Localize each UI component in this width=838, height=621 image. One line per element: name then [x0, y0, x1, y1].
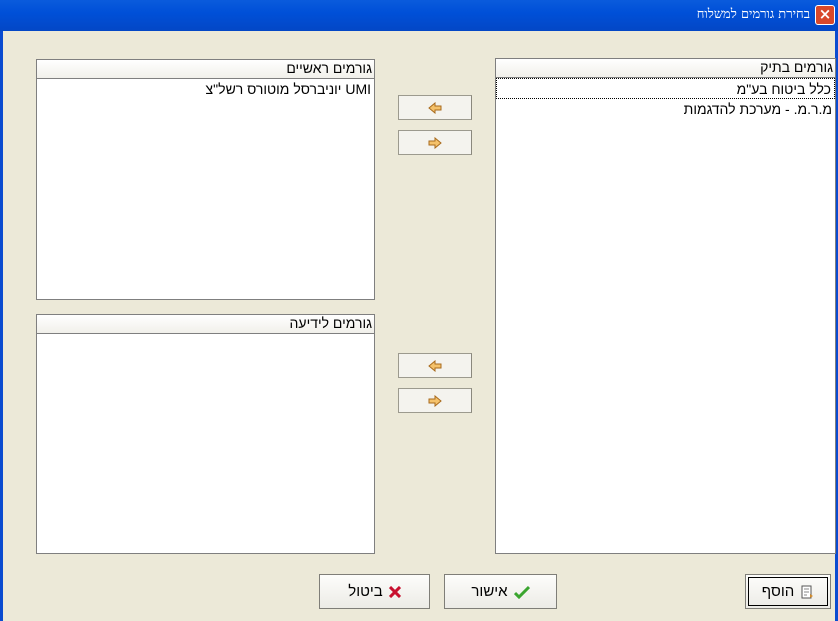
remove-from-primary-button[interactable]: [398, 130, 472, 155]
add-button[interactable]: הוסף: [745, 574, 831, 609]
in-file-header: גורמים בתיק: [496, 59, 835, 78]
move-to-primary-button[interactable]: [398, 95, 472, 120]
title-bar[interactable]: × בחירת גורמים למשלוח: [0, 0, 838, 31]
add-button-label: הוסף: [761, 583, 795, 600]
x-icon: [388, 585, 401, 598]
cancel-button-label: ביטול: [348, 583, 383, 600]
primary-header: גורמים ראשיים: [37, 60, 374, 79]
remove-from-info-button[interactable]: [398, 388, 472, 413]
confirm-button-label: אישור: [471, 583, 508, 600]
right-arrow-icon: [428, 394, 442, 407]
close-icon: ×: [818, 5, 832, 23]
add-doc-icon: [800, 585, 814, 599]
in-file-list[interactable]: גורמים בתיק כלל ביטוח בע"מ מ.ר.מ. - מערכ…: [495, 58, 836, 554]
primary-list[interactable]: גורמים ראשיים UMI יוניברסל מוטורס רשל"צ: [36, 59, 375, 300]
right-arrow-icon: [428, 136, 442, 149]
left-arrow-icon: [428, 101, 442, 114]
dialog-window: × בחירת גורמים למשלוח גורמים בתיק כלל בי…: [0, 0, 838, 621]
checkmark-icon: [513, 585, 530, 599]
list-item[interactable]: UMI יוניברסל מוטורס רשל"צ: [37, 79, 374, 100]
dialog-body: גורמים בתיק כלל ביטוח בע"מ מ.ר.מ. - מערכ…: [0, 31, 838, 621]
confirm-button[interactable]: אישור: [444, 574, 557, 609]
list-item[interactable]: מ.ר.מ. - מערכת להדגמות: [496, 99, 835, 120]
close-button[interactable]: ×: [815, 5, 835, 25]
left-arrow-icon: [428, 359, 442, 372]
cancel-button[interactable]: ביטול: [319, 574, 430, 609]
move-to-info-button[interactable]: [398, 353, 472, 378]
window-title: בחירת גורמים למשלוח: [696, 7, 810, 22]
info-header: גורמים לידיעה: [37, 315, 374, 334]
info-list[interactable]: גורמים לידיעה: [36, 314, 375, 554]
list-item[interactable]: כלל ביטוח בע"מ: [496, 78, 835, 99]
